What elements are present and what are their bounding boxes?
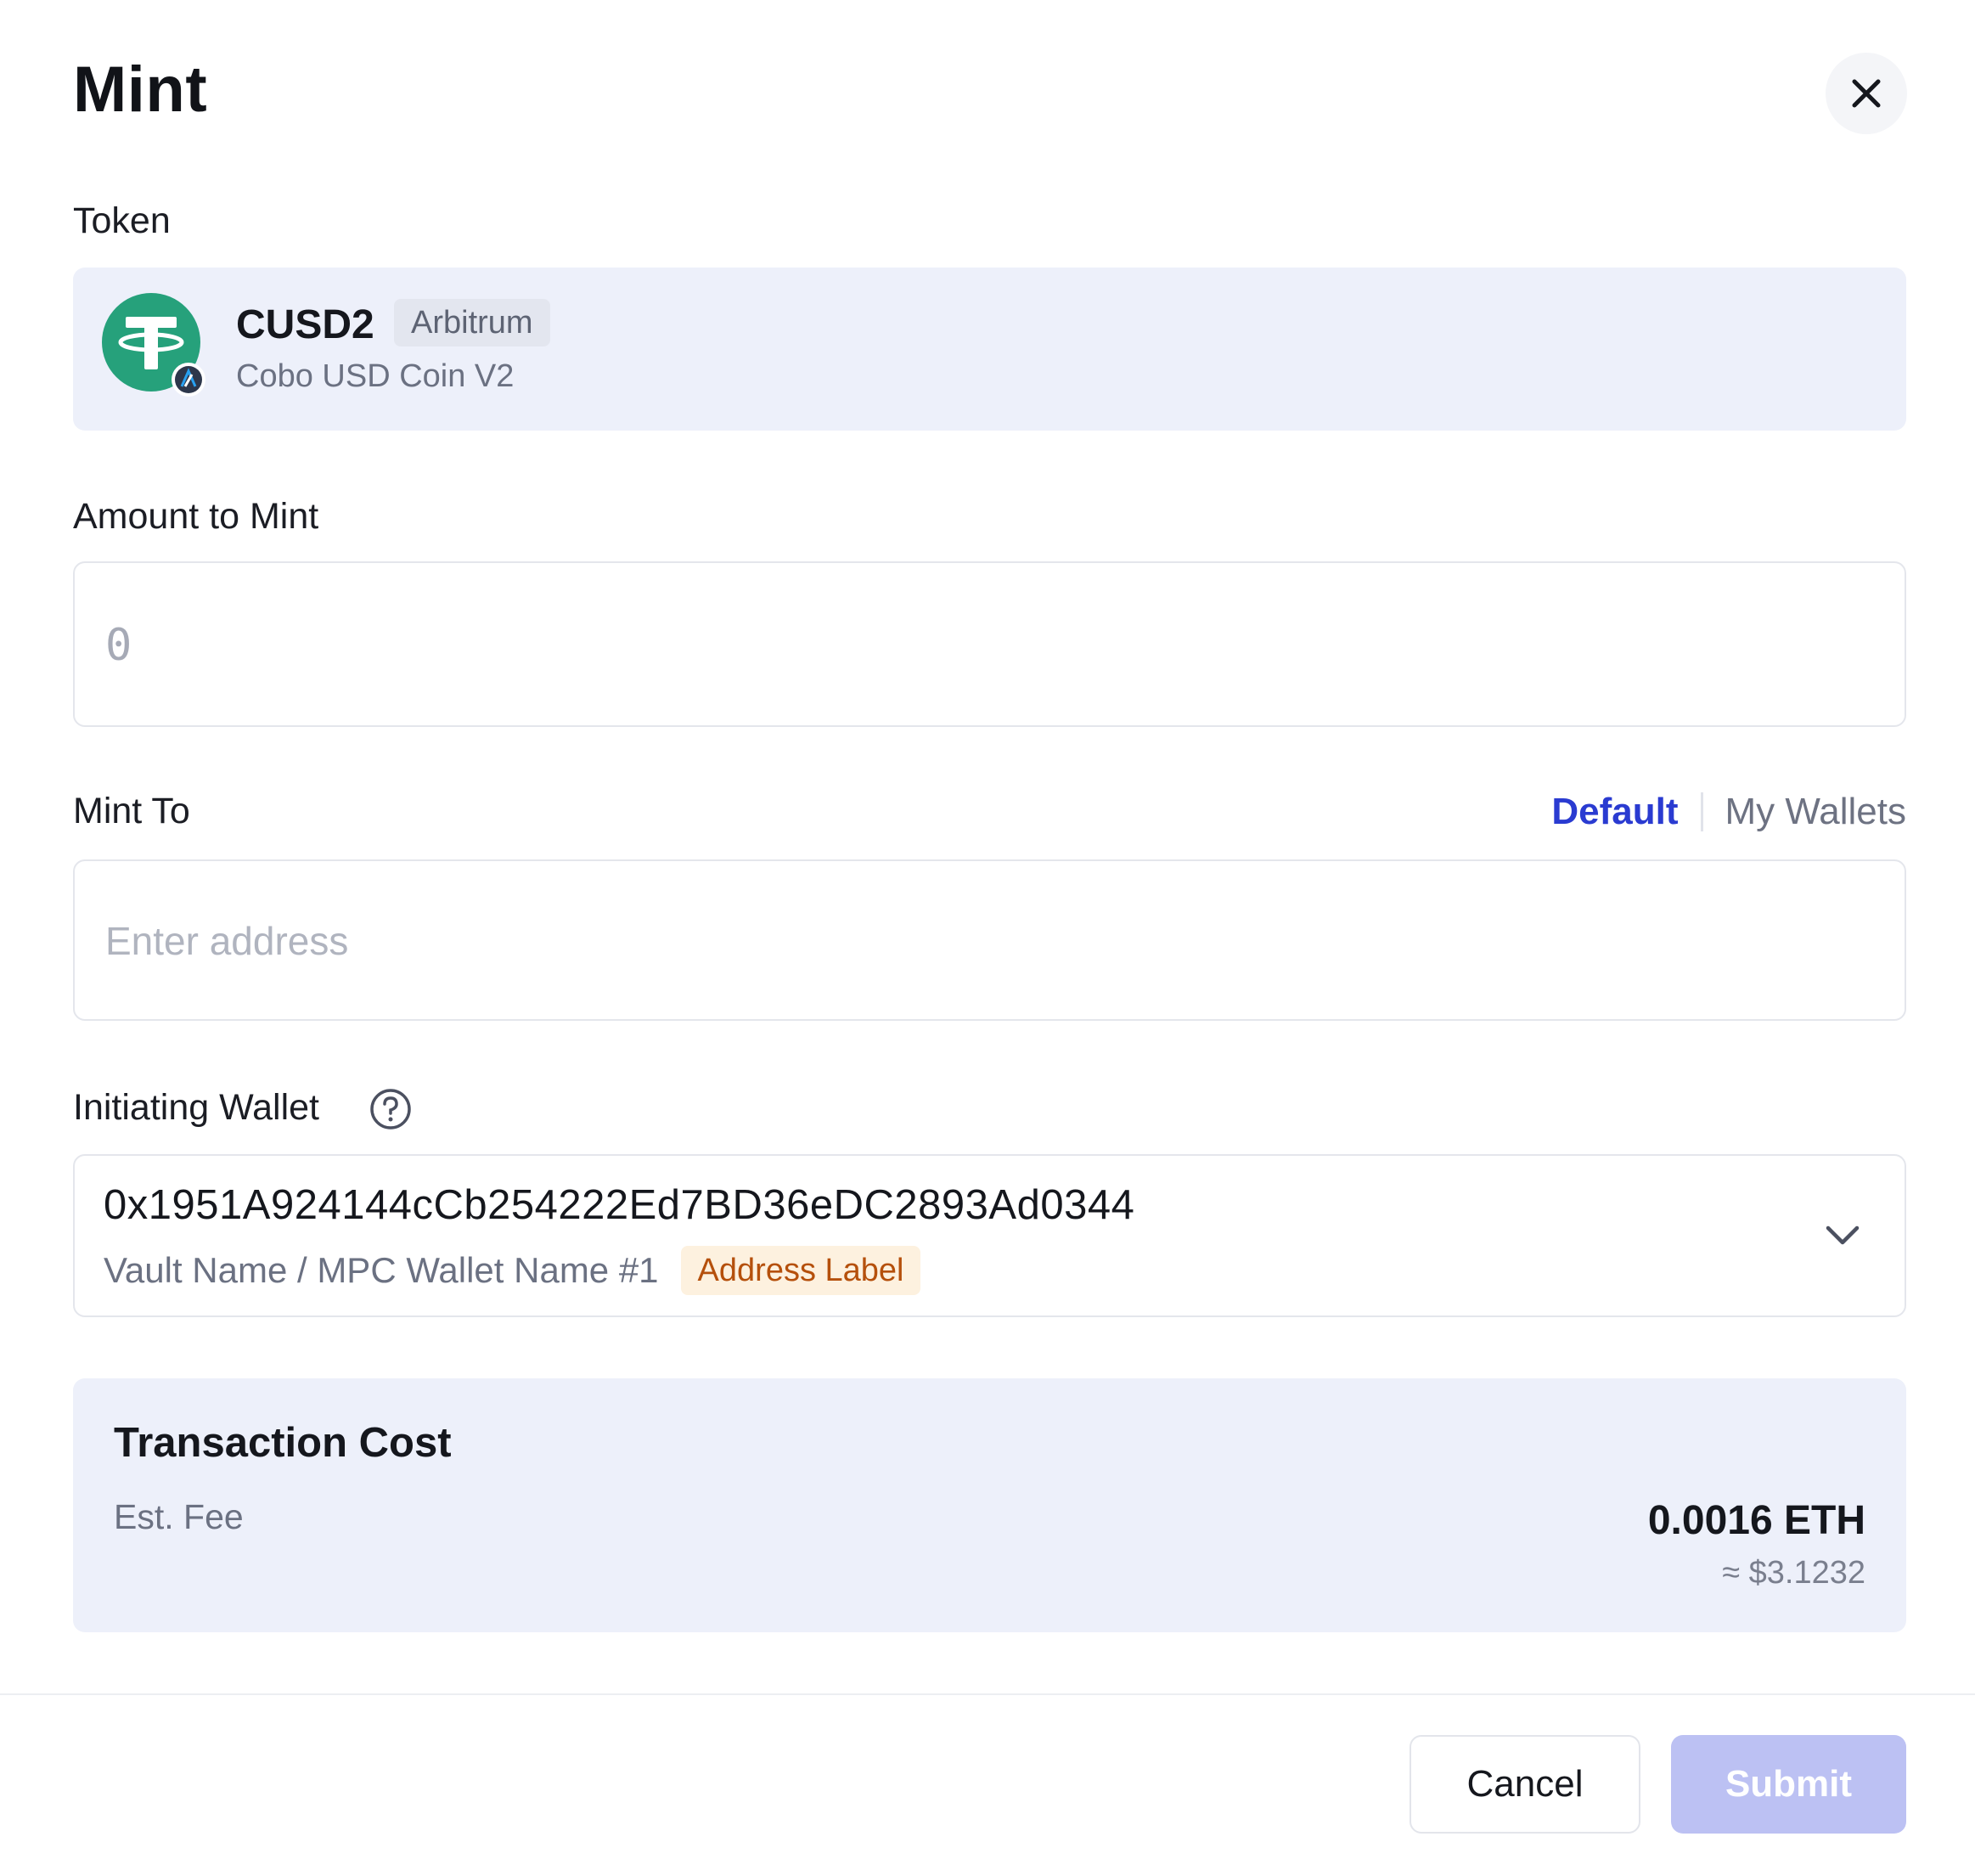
token-label: Token xyxy=(73,200,171,241)
token-card: CUSD2 Arbitrum Cobo USD Coin V2 xyxy=(73,268,1906,431)
tab-default[interactable]: Default xyxy=(1551,791,1678,833)
transaction-cost-title: Transaction Cost xyxy=(114,1420,452,1466)
est-fee-value: 0.0016 ETH xyxy=(1647,1498,1865,1543)
initiating-wallet-label: Initiating Wallet xyxy=(73,1087,319,1128)
mint-to-field[interactable] xyxy=(73,859,1906,1021)
chevron-down-icon xyxy=(1826,1225,1860,1245)
dialog-title: Mint xyxy=(73,54,208,126)
close-button[interactable] xyxy=(1826,53,1907,134)
tether-icon xyxy=(102,293,205,397)
est-fee-label: Est. Fee xyxy=(114,1497,244,1536)
token-symbol: CUSD2 xyxy=(236,302,374,347)
mint-to-label: Mint To xyxy=(73,791,190,831)
mint-dialog: Mint Token CUSD2 Arbitrum Cobo USD Coin … xyxy=(0,0,1975,1876)
transaction-cost-panel: Transaction Cost Est. Fee 0.0016 ETH ≈ $… xyxy=(73,1378,1906,1632)
address-label-badge: Address Label xyxy=(680,1246,921,1295)
amount-label: Amount to Mint xyxy=(73,496,319,537)
amount-input[interactable] xyxy=(104,563,1873,727)
token-name: Cobo USD Coin V2 xyxy=(236,358,515,394)
submit-button[interactable]: Submit xyxy=(1671,1735,1906,1834)
amount-field[interactable] xyxy=(73,561,1906,727)
help-icon[interactable] xyxy=(369,1087,413,1131)
footer-divider xyxy=(0,1693,1975,1695)
initiating-wallet-select[interactable]: 0x1951A924144cCb254222Ed7BD36eDC2893Ad03… xyxy=(73,1154,1906,1317)
wallet-path: Vault Name / MPC Wallet Name #1 xyxy=(104,1250,659,1290)
wallet-address: 0x1951A924144cCb254222Ed7BD36eDC2893Ad03… xyxy=(104,1182,1135,1228)
cancel-button[interactable]: Cancel xyxy=(1410,1735,1640,1834)
wallet-details: Vault Name / MPC Wallet Name #1 Address … xyxy=(104,1246,921,1295)
tab-my-wallets[interactable]: My Wallets xyxy=(1725,791,1907,833)
est-fee-usd: ≈ $3.1232 xyxy=(1722,1555,1865,1591)
address-input[interactable] xyxy=(104,861,1873,1021)
arbitrum-icon xyxy=(172,363,205,397)
close-icon xyxy=(1852,79,1881,108)
mint-to-switch: Default My Wallets xyxy=(1551,791,1906,833)
chain-badge: Arbitrum xyxy=(394,299,550,346)
switch-divider xyxy=(1700,792,1703,831)
